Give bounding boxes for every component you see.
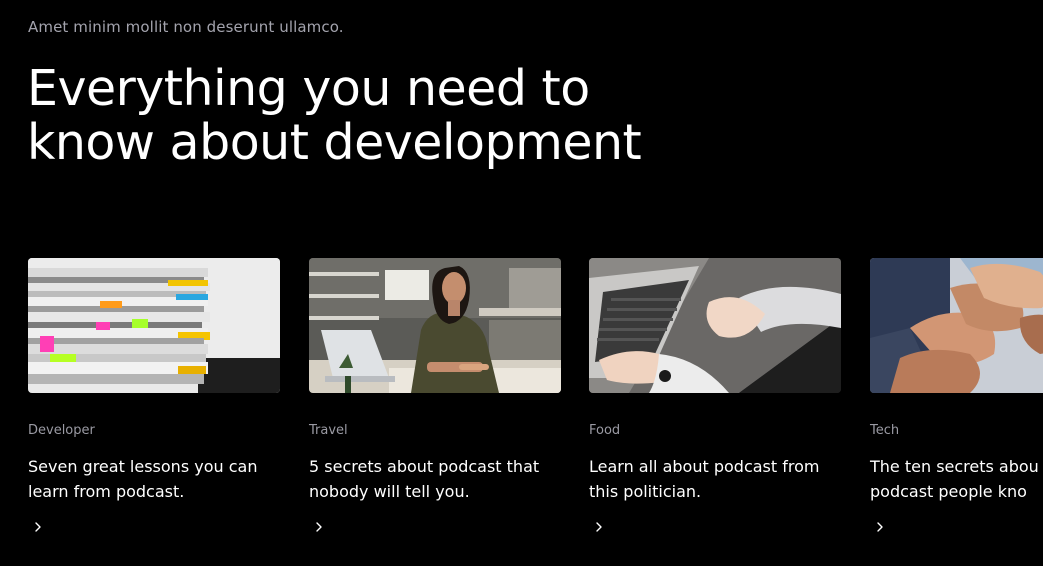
card-title[interactable]: 5 secrets about podcast that nobody will… (309, 454, 571, 504)
card-title-line-1: The ten secrets abou (870, 457, 1039, 476)
card-title[interactable]: The ten secrets abou podcast people kno (870, 454, 1043, 504)
page-title-line-2: know about development (27, 114, 642, 171)
card-category: Food (589, 423, 621, 438)
article-card-list: Developer Seven great lessons you can le… (0, 258, 1043, 558)
eyebrow-text: Amet minim mollit non deserunt ullamco. (28, 18, 344, 36)
card-title-line-2: learn from podcast. (28, 482, 185, 501)
card-category: Developer (28, 423, 95, 438)
card-title[interactable]: Learn all about podcast from this politi… (589, 454, 851, 504)
article-image-laptop-typing[interactable] (589, 258, 841, 393)
page-title-line-1: Everything you need to (27, 60, 590, 117)
chevron-right-icon[interactable] (311, 519, 327, 535)
card-category: Tech (870, 423, 900, 438)
card-category: Travel (309, 423, 348, 438)
chevron-right-icon[interactable] (591, 519, 607, 535)
chevron-right-icon[interactable] (30, 519, 46, 535)
card-title-line-1: Learn all about podcast from (589, 457, 820, 476)
article-card-food[interactable]: Food Learn all about podcast from this p… (589, 258, 841, 532)
card-title-line-2: nobody will tell you. (309, 482, 470, 501)
article-card-travel[interactable]: Travel 5 secrets about podcast that nobo… (309, 258, 561, 532)
card-title-line-2: this politician. (589, 482, 702, 501)
article-image-magazines[interactable] (28, 258, 280, 393)
card-title-line-1: Seven great lessons you can (28, 457, 258, 476)
article-card-tech[interactable]: Tech The ten secrets abou podcast people… (870, 258, 1043, 532)
chevron-right-icon[interactable] (872, 519, 888, 535)
card-title-line-2: podcast people kno (870, 482, 1027, 501)
card-title[interactable]: Seven great lessons you can learn from p… (28, 454, 290, 504)
page-title: Everything you need to know about develo… (27, 60, 642, 171)
card-title-line-1: 5 secrets about podcast that (309, 457, 540, 476)
article-card-developer[interactable]: Developer Seven great lessons you can le… (28, 258, 280, 532)
article-image-stacked-hands[interactable] (870, 258, 1043, 393)
article-image-woman-laptop[interactable] (309, 258, 561, 393)
